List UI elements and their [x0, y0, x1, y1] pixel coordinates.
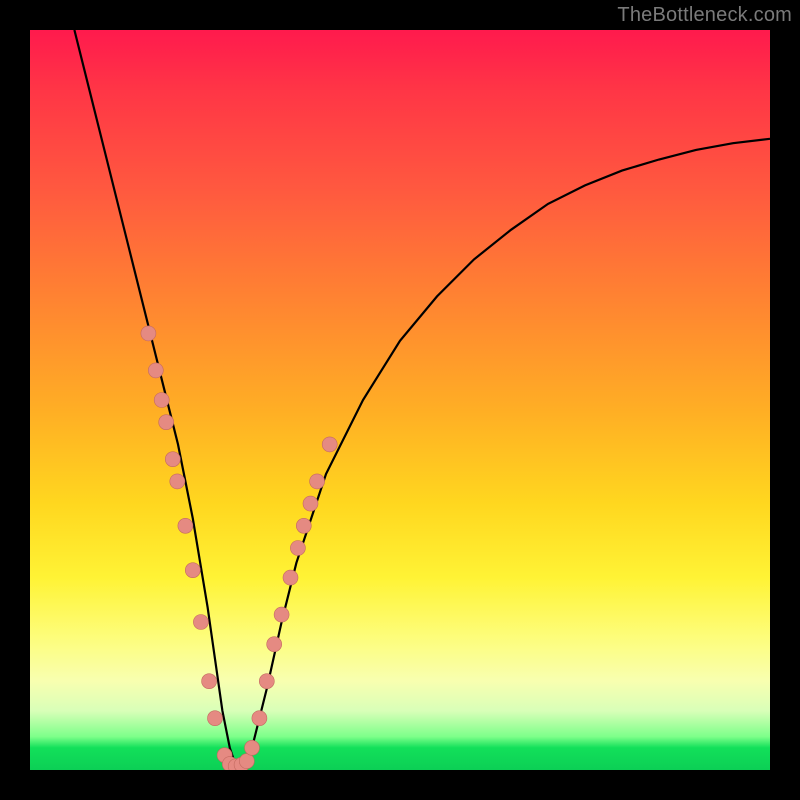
curve-marker	[165, 452, 180, 467]
curve-marker	[202, 674, 217, 689]
curve-marker	[310, 474, 325, 489]
bottleneck-curve-svg	[30, 30, 770, 770]
curve-marker	[239, 754, 254, 769]
chart-frame: TheBottleneck.com	[0, 0, 800, 800]
curve-marker	[141, 326, 156, 341]
curve-marker	[322, 437, 337, 452]
curve-marker	[290, 541, 305, 556]
bottleneck-curve-line	[74, 30, 770, 770]
curve-marker	[274, 607, 289, 622]
curve-marker	[185, 563, 200, 578]
curve-marker	[283, 570, 298, 585]
curve-marker	[193, 615, 208, 630]
curve-markers-group	[141, 326, 337, 770]
curve-marker	[303, 496, 318, 511]
curve-marker	[148, 363, 163, 378]
curve-marker	[296, 518, 311, 533]
curve-marker	[252, 711, 267, 726]
curve-marker	[208, 711, 223, 726]
plot-area	[30, 30, 770, 770]
curve-marker	[245, 740, 260, 755]
curve-marker	[259, 674, 274, 689]
curve-marker	[159, 415, 174, 430]
curve-marker	[267, 637, 282, 652]
curve-marker	[154, 393, 169, 408]
watermark-text: TheBottleneck.com	[617, 4, 792, 27]
curve-marker	[178, 518, 193, 533]
curve-marker	[170, 474, 185, 489]
